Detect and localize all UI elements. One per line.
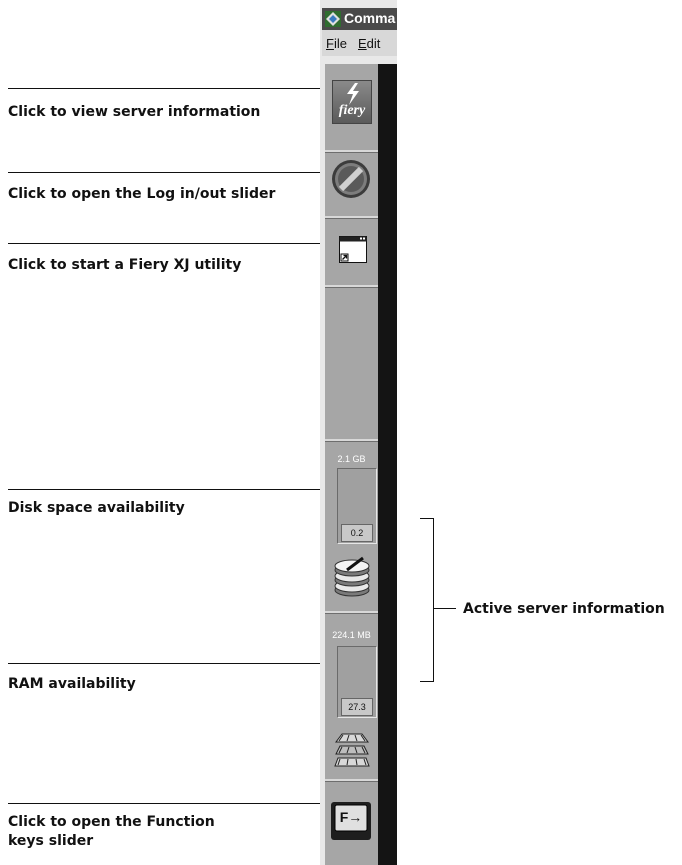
fiery-logo-text: fiery [338, 103, 366, 118]
callout-function-keys-line2: keys slider [8, 833, 94, 849]
panel-separator [325, 285, 378, 288]
callout-active-server: Active server information [463, 601, 665, 617]
panel-separator [325, 216, 378, 219]
menu-file[interactable]: File [326, 36, 347, 51]
application-window-icon[interactable] [339, 236, 367, 266]
panel-separator [325, 611, 378, 614]
disk-total-label: 2.1 GB [337, 454, 366, 464]
leader-line-function-keys [8, 803, 333, 804]
menu-edit-rest: dit [366, 36, 381, 51]
app-window-icon [325, 11, 341, 27]
callout-login-slider: Click to open the Log in/out slider [8, 186, 276, 202]
leader-line-disk-space [8, 489, 338, 490]
leader-line-login-slider [8, 172, 335, 173]
leader-line-server-info [8, 88, 335, 89]
server-info-button[interactable]: fiery [332, 80, 372, 124]
menu-file-hotkey: F [326, 36, 334, 51]
leader-line-utility [8, 243, 335, 244]
callout-ram: RAM availability [8, 676, 136, 692]
disk-stack-icon [334, 556, 370, 597]
menu-edit[interactable]: Edit [358, 36, 380, 51]
ram-gauge: 27.3 [337, 646, 377, 718]
fiery-logo-icon [347, 83, 359, 105]
disk-gauge: 0.2 [337, 468, 377, 544]
panel-separator [325, 779, 378, 782]
callout-function-keys-line1: Click to open the Function [8, 814, 215, 830]
server-panel: fiery 2.1 GB 0.2 224.1 MB 27.3 F→ [325, 64, 378, 865]
leader-line-ram [8, 663, 338, 664]
ram-total-label: 224.1 MB [332, 630, 371, 640]
callout-disk-space: Disk space availability [8, 500, 185, 516]
function-keys-button[interactable]: F→ [330, 801, 372, 841]
panel-separator [325, 439, 378, 442]
ram-available-value: 27.3 [341, 698, 373, 716]
memory-chips-icon [334, 733, 370, 767]
menu-edit-hotkey: E [358, 36, 367, 51]
function-key-label: F→ [339, 809, 363, 825]
title-bar[interactable]: Comma [322, 8, 397, 30]
disk-available-value: 0.2 [341, 524, 373, 542]
menu-file-rest: ile [333, 36, 347, 51]
callout-server-info: Click to view server information [8, 104, 261, 120]
job-area-background [378, 64, 397, 865]
menu-bar: File Edit [322, 30, 397, 56]
knob-icon[interactable] [331, 159, 371, 199]
window-title: Comma [344, 10, 396, 26]
callout-utility: Click to start a Fiery XJ utility [8, 257, 242, 273]
panel-separator [325, 150, 378, 153]
